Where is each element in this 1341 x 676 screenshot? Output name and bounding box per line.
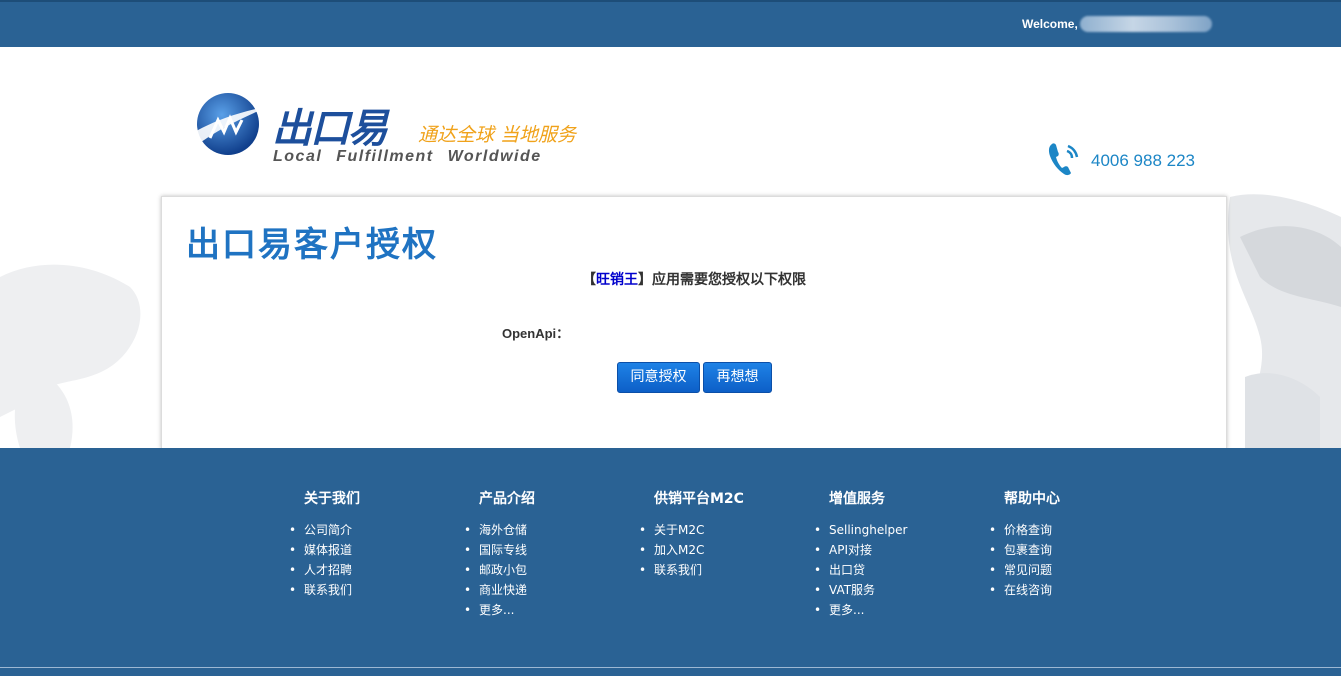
footer-column-help: 帮助中心 价格查询 包裹查询 常见问题 在线咨询	[989, 488, 1060, 600]
bracket-close: 】	[638, 272, 652, 288]
phone-number: 4006 988 223	[1091, 151, 1195, 170]
footer-link[interactable]: 媒体报道	[289, 540, 360, 560]
footer-column-title: 供销平台M2C	[654, 491, 744, 507]
bracket-open: 【	[582, 272, 596, 288]
footer-link[interactable]: 海外仓储	[464, 520, 535, 540]
footer-column-title: 产品介绍	[479, 491, 535, 507]
footer-link[interactable]: 价格查询	[989, 520, 1060, 540]
footer-link[interactable]: 出口贷	[814, 560, 907, 580]
footer-link[interactable]: 在线咨询	[989, 580, 1060, 600]
think-again-button[interactable]: 再想想	[703, 362, 772, 393]
footer-link[interactable]: 联系我们	[639, 560, 744, 580]
phone-icon	[1048, 143, 1079, 176]
agree-button[interactable]: 同意授权	[617, 362, 700, 393]
authorization-text: 应用需要您授权以下权限	[652, 272, 806, 288]
brand-logo[interactable]: 出口易 通达全球 当地服务 Local Fulfillment Worldwid…	[186, 90, 606, 170]
page-title: 出口易客户授权	[186, 225, 438, 265]
footer-link[interactable]: 包裹查询	[989, 540, 1060, 560]
welcome-text: Welcome,	[1022, 17, 1078, 31]
footer-link[interactable]: 国际专线	[464, 540, 535, 560]
authorization-message: 【旺销王】应用需要您授权以下权限	[162, 269, 1226, 289]
footer-column-about: 关于我们 公司简介 媒体报道 人才招聘 联系我们	[289, 488, 360, 600]
footer-link[interactable]: 关于M2C	[639, 520, 744, 540]
footer-link[interactable]: 更多...	[464, 600, 535, 620]
brand-name: 出口易	[272, 106, 388, 152]
username-redacted	[1080, 16, 1212, 32]
top-bar: Welcome,	[0, 0, 1341, 47]
footer-link[interactable]: 邮政小包	[464, 560, 535, 580]
app-name: 旺销王	[596, 272, 638, 288]
footer-divider	[0, 667, 1341, 668]
globe-logo-icon	[188, 93, 270, 155]
footer-link[interactable]: 常见问题	[989, 560, 1060, 580]
footer-link[interactable]: 联系我们	[289, 580, 360, 600]
footer-column-products: 产品介绍 海外仓储 国际专线 邮政小包 商业快递 更多...	[464, 488, 535, 620]
footer-column-title: 帮助中心	[1004, 491, 1060, 507]
footer-column-m2c: 供销平台M2C 关于M2C 加入M2C 联系我们	[639, 488, 744, 580]
brand-slogan-en: Local Fulfillment Worldwide	[273, 148, 542, 165]
footer-link[interactable]: 人才招聘	[289, 560, 360, 580]
footer-link[interactable]: 加入M2C	[639, 540, 744, 560]
footer-column-title: 关于我们	[304, 491, 360, 507]
footer-link[interactable]: 商业快递	[464, 580, 535, 600]
footer-link[interactable]: 公司简介	[289, 520, 360, 540]
footer-column-title: 增值服务	[829, 491, 885, 507]
brand-slogan-cn: 通达全球 当地服务	[418, 124, 577, 146]
footer-column-services: 增值服务 Sellinghelper API对接 出口贷 VAT服务 更多...	[814, 488, 908, 620]
footer: 关于我们 公司简介 媒体报道 人才招聘 联系我们 产品介绍 海外仓储 国际专线 …	[0, 448, 1341, 676]
footer-link[interactable]: Sellinghelper	[814, 520, 908, 540]
permission-label: OpenApi：	[502, 326, 570, 341]
footer-link[interactable]: API对接	[814, 540, 907, 560]
footer-link[interactable]: 更多...	[814, 600, 907, 620]
authorization-card: 出口易客户授权 【旺销王】应用需要您授权以下权限 OpenApi： 同意授权 再…	[161, 196, 1227, 449]
footer-link[interactable]: VAT服务	[814, 580, 907, 600]
